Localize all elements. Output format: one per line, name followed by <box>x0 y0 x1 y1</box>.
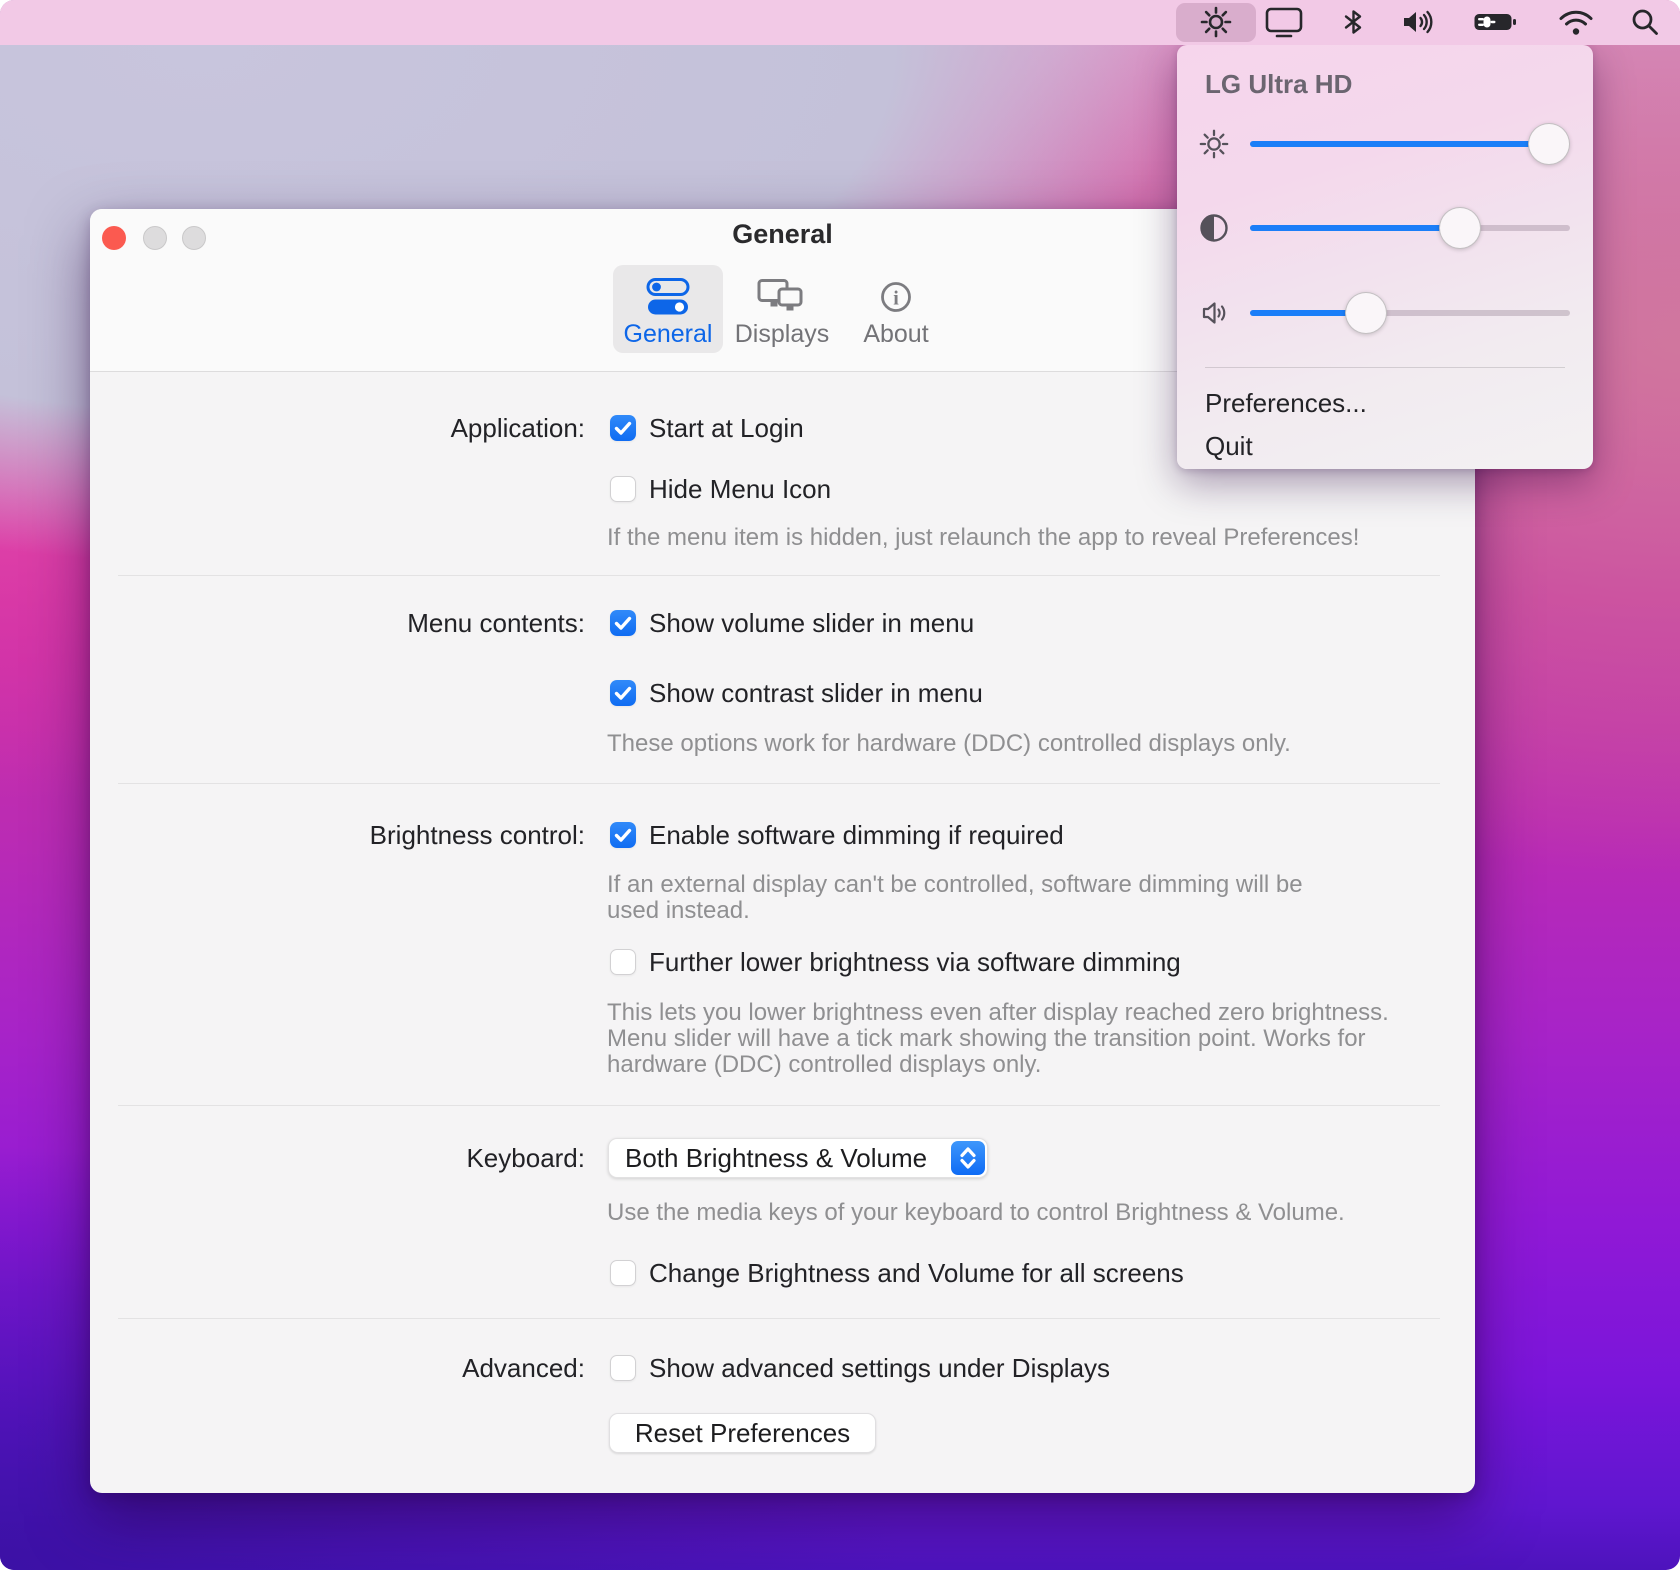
section-label-advanced: Advanced: <box>90 1352 585 1384</box>
menubar-bluetooth-icon[interactable] <box>1337 6 1369 38</box>
screen: General General <box>0 0 1680 1570</box>
contrast-slider-knob[interactable] <box>1439 207 1481 249</box>
checkbox-row-show-advanced-settings[interactable]: Show advanced settings under Displays <box>610 1355 1110 1381</box>
caption-keyboard: Use the media keys of your keyboard to c… <box>607 1200 1345 1226</box>
toolbar-tabs: General Displays <box>613 265 951 353</box>
section-divider <box>118 783 1440 784</box>
section-label-keyboard: Keyboard: <box>90 1142 585 1174</box>
section-divider <box>118 1318 1440 1319</box>
svg-text:i: i <box>893 288 899 310</box>
checkbox-show-contrast-slider[interactable] <box>610 680 636 706</box>
chevron-up-down-icon <box>951 1141 985 1175</box>
tab-about[interactable]: i About <box>841 265 951 353</box>
menubar-battery-icon[interactable] <box>1473 6 1519 38</box>
volume-slider-track[interactable] <box>1250 310 1570 316</box>
info-icon: i <box>878 273 914 321</box>
contrast-slider-row <box>1177 207 1593 249</box>
brightness-slider-knob[interactable] <box>1528 123 1570 165</box>
checkbox-row-start-at-login[interactable]: Start at Login <box>610 415 804 441</box>
display-name-title: LG Ultra HD <box>1205 69 1352 100</box>
menubar-search-icon[interactable] <box>1629 6 1661 38</box>
menu-divider <box>1205 367 1565 368</box>
toggles-icon <box>645 273 691 321</box>
keyboard-mode-value: Both Brightness & Volume <box>625 1139 927 1177</box>
checkbox-label: Show volume slider in menu <box>649 610 974 636</box>
menubar-volume-icon[interactable] <box>1399 6 1439 38</box>
tab-general-label: General <box>624 321 713 347</box>
checkbox-row-hide-menu-icon[interactable]: Hide Menu Icon <box>610 476 831 502</box>
caption-menu-contents: These options work for hardware (DDC) co… <box>607 731 1291 757</box>
checkbox-show-advanced-settings[interactable] <box>610 1355 636 1381</box>
brightness-slider-row <box>1177 123 1593 165</box>
checkbox-hide-menu-icon[interactable] <box>610 476 636 502</box>
volume-slider-knob[interactable] <box>1345 292 1387 334</box>
checkbox-label: Hide Menu Icon <box>649 476 831 502</box>
section-label-application: Application: <box>90 412 585 444</box>
brightness-icon <box>1197 127 1231 161</box>
contrast-slider-track[interactable] <box>1250 225 1570 231</box>
display-menu-panel: LG Ultra HD <box>1177 45 1593 469</box>
checkbox-start-at-login[interactable] <box>610 415 636 441</box>
tab-general[interactable]: General <box>613 265 723 353</box>
caption-application: If the menu item is hidden, just relaunc… <box>607 525 1359 551</box>
tab-displays-label: Displays <box>735 321 829 347</box>
checkbox-label: Show contrast slider in menu <box>649 680 983 706</box>
checkbox-enable-software-dimming[interactable] <box>610 822 636 848</box>
menubar-wifi-icon[interactable] <box>1557 7 1595 37</box>
checkbox-further-lower-brightness[interactable] <box>610 949 636 975</box>
tab-about-label: About <box>863 321 928 347</box>
displays-icon <box>757 273 807 321</box>
caption-software-dimming: If an external display can't be controll… <box>607 872 1303 924</box>
menu-item-preferences[interactable]: Preferences... <box>1205 387 1367 419</box>
keyboard-mode-dropdown[interactable]: Both Brightness & Volume <box>608 1138 988 1178</box>
brightness-slider-track[interactable] <box>1250 141 1570 147</box>
menubar-display-icon[interactable] <box>1264 5 1304 39</box>
checkbox-row-show-contrast-slider[interactable]: Show contrast slider in menu <box>610 680 983 706</box>
tab-displays[interactable]: Displays <box>727 265 837 353</box>
menu-item-quit[interactable]: Quit <box>1205 430 1253 462</box>
checkbox-label: Change Brightness and Volume for all scr… <box>649 1260 1184 1286</box>
caption-further-lower-brightness: This lets you lower brightness even afte… <box>607 1000 1389 1078</box>
section-divider <box>118 1105 1440 1106</box>
section-label-brightness-control: Brightness control: <box>90 819 585 851</box>
checkbox-row-enable-software-dimming[interactable]: Enable software dimming if required <box>610 822 1064 848</box>
checkbox-label: Further lower brightness via software di… <box>649 949 1181 975</box>
menubar-brightness-icon[interactable] <box>1198 4 1234 40</box>
checkbox-label: Show advanced settings under Displays <box>649 1355 1110 1381</box>
checkbox-show-volume-slider[interactable] <box>610 610 636 636</box>
volume-slider-row <box>1177 292 1593 334</box>
checkbox-row-change-all-screens[interactable]: Change Brightness and Volume for all scr… <box>610 1260 1184 1286</box>
reset-preferences-button[interactable]: Reset Preferences <box>609 1413 876 1453</box>
volume-icon <box>1197 296 1231 330</box>
checkbox-row-further-lower-brightness[interactable]: Further lower brightness via software di… <box>610 949 1181 975</box>
checkbox-label: Start at Login <box>649 415 804 441</box>
checkbox-change-all-screens[interactable] <box>610 1260 636 1286</box>
menu-bar <box>0 0 1680 45</box>
checkbox-row-show-volume-slider[interactable]: Show volume slider in menu <box>610 610 974 636</box>
contrast-icon <box>1197 211 1231 245</box>
section-divider <box>118 575 1440 576</box>
section-label-menu-contents: Menu contents: <box>90 607 585 639</box>
checkbox-label: Enable software dimming if required <box>649 822 1064 848</box>
